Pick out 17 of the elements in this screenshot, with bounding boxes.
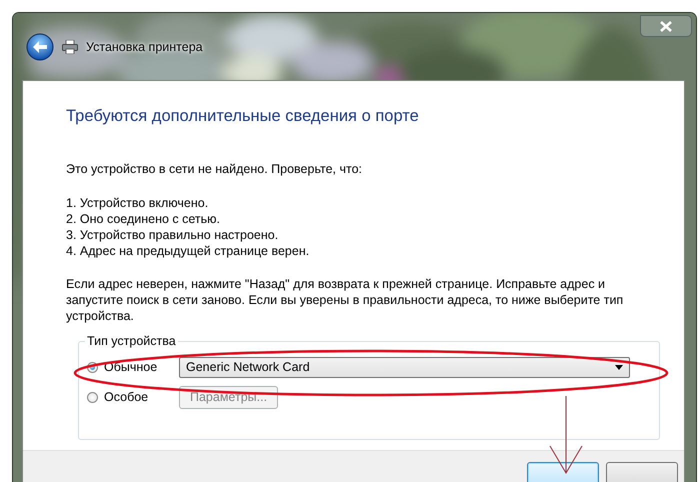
close-icon — [660, 20, 672, 32]
dropdown[interactable]: Generic Network Card — [179, 356, 630, 378]
list-item: 2. Оно соединено с сетью. — [66, 211, 222, 227]
page-heading: Требуются дополнительные сведения о порте — [66, 107, 420, 126]
printer-icon — [62, 40, 78, 54]
back-button[interactable] — [26, 32, 54, 60]
close-button[interactable] — [640, 15, 692, 37]
instruction-text: Если адрес неверен, нажмите "Назад" для возврата к прежней странице. Исправьте адрес и запустите поиск в сети заново. Если вы уверены в правильности адреса, то ниже выберите тип устройства. — [66, 276, 624, 324]
group-label: Тип устройства — [86, 334, 177, 348]
dialog-button[interactable] — [606, 462, 678, 482]
message-text: Это устройство в сети не найдено. Проверьте, что: — [66, 161, 363, 177]
list-item: 3. Устройство правильно настроено. — [66, 227, 280, 243]
dialog-button[interactable] — [527, 462, 599, 482]
window-title: Установка принтера — [86, 40, 203, 54]
list-item: 1. Устройство включено. — [66, 195, 210, 211]
caret-icon — [615, 364, 623, 370]
list-item: 4. Адрес на предыдущей странице верен. — [66, 243, 310, 259]
